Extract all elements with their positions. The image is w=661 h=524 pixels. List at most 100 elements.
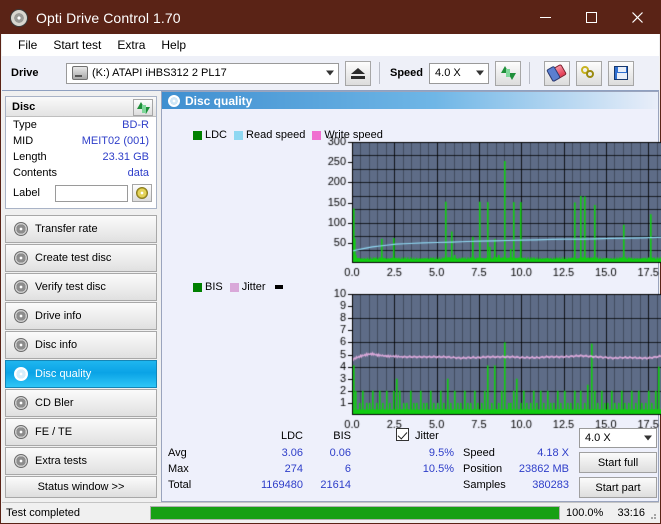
nav-item-label: Disc quality bbox=[35, 368, 92, 380]
disc-label-key: Label bbox=[13, 187, 40, 199]
menu-item-start-test[interactable]: Start test bbox=[45, 36, 109, 54]
nav-item-label: CD Bler bbox=[35, 397, 74, 409]
disc-icon bbox=[14, 251, 28, 265]
drive-icon bbox=[72, 66, 88, 80]
speed-select-value: 4.0 X bbox=[435, 67, 461, 79]
chevron-down-icon bbox=[644, 435, 652, 441]
disc-value: BD-R bbox=[122, 119, 149, 131]
samples-stat-value: 380283 bbox=[532, 479, 569, 491]
progress-bar bbox=[150, 505, 560, 520]
nav-item-disc-info[interactable]: Disc info bbox=[5, 331, 157, 359]
disc-key: Type bbox=[13, 119, 37, 131]
nav-item-fe-te[interactable]: FE / TE bbox=[5, 418, 157, 446]
nav-item-label: Disc info bbox=[35, 339, 78, 351]
disc-info-panel: Disc Type BD-R MID MEIT02 (001) Length 2… bbox=[5, 96, 157, 209]
nav-item-transfer-rate[interactable]: Transfer rate bbox=[5, 215, 157, 243]
disc-quality-panel: Disc quality LDC Read speed Write speed bbox=[161, 91, 661, 502]
maximize-button[interactable] bbox=[568, 1, 614, 34]
stats-max-bis: 6 bbox=[344, 463, 351, 475]
disc-label-input[interactable] bbox=[55, 184, 128, 202]
close-button[interactable] bbox=[614, 1, 660, 34]
test-nav-list: Transfer rate Create test disc Verify te… bbox=[5, 215, 157, 476]
title-bar: Opti Drive Control 1.70 bbox=[1, 1, 660, 34]
application-window: Opti Drive Control 1.70 File Start test … bbox=[0, 0, 661, 524]
disc-icon bbox=[14, 222, 28, 236]
stats-avg-bis: 0.06 bbox=[329, 447, 351, 459]
toolbar: Drive (K:) ATAPI iHBS312 2 PL17 Speed 4.… bbox=[2, 56, 659, 91]
nav-item-verify-test-disc[interactable]: Verify test disc bbox=[5, 273, 157, 301]
nav-item-create-test-disc[interactable]: Create test disc bbox=[5, 244, 157, 272]
jitter-label: Jitter bbox=[415, 430, 439, 442]
nav-item-disc-quality[interactable]: Disc quality bbox=[5, 360, 157, 388]
disc-panel-header: Disc bbox=[6, 97, 156, 117]
stats-avg-ldc: 3.06 bbox=[281, 447, 303, 459]
stats-max-ldc: 274 bbox=[284, 463, 303, 475]
toolbar-separator-1 bbox=[379, 62, 380, 84]
disc-value: data bbox=[127, 167, 149, 179]
disc-row-contents: Contents data bbox=[6, 165, 156, 181]
drive-select[interactable]: (K:) ATAPI iHBS312 2 PL17 bbox=[66, 62, 339, 84]
disc-key: Contents bbox=[13, 167, 58, 179]
jitter-avg-value: 9.5% bbox=[428, 447, 454, 459]
stats-col-bis: BIS bbox=[333, 430, 351, 442]
chevron-down-icon bbox=[326, 70, 334, 76]
minimize-button[interactable] bbox=[522, 1, 568, 34]
disc-icon bbox=[14, 454, 28, 468]
nav-item-extra-tests[interactable]: Extra tests bbox=[5, 447, 157, 475]
disc-value: 23.31 GB bbox=[102, 151, 149, 163]
menu-item-file[interactable]: File bbox=[10, 36, 45, 54]
refresh-icon bbox=[136, 101, 150, 114]
start-full-label: Start full bbox=[597, 456, 639, 469]
disc-icon bbox=[14, 396, 28, 410]
eject-icon bbox=[351, 67, 365, 79]
chevron-down-icon bbox=[476, 70, 485, 76]
nav-item-label: Drive info bbox=[35, 310, 82, 322]
floppy-save-icon bbox=[614, 66, 629, 80]
disc-label-button[interactable] bbox=[132, 184, 152, 202]
erase-button[interactable] bbox=[544, 60, 571, 86]
disc-icon bbox=[14, 425, 28, 439]
stats-col-ldc: LDC bbox=[280, 430, 303, 442]
link-button[interactable] bbox=[576, 60, 603, 86]
disc-row-mid: MID MEIT02 (001) bbox=[6, 133, 156, 149]
status-window-button[interactable]: Status window >> bbox=[5, 476, 157, 498]
stats-row-avg-label: Avg bbox=[168, 447, 187, 459]
disc-icon bbox=[14, 338, 28, 352]
stats-total-bis: 21614 bbox=[320, 479, 351, 491]
nav-item-label: Extra tests bbox=[35, 455, 87, 467]
speed-select[interactable]: 4.0 X bbox=[429, 62, 490, 84]
status-text: Test completed bbox=[6, 506, 80, 519]
window-title: Opti Drive Control 1.70 bbox=[36, 9, 181, 26]
nav-item-label: FE / TE bbox=[35, 426, 73, 438]
start-full-button[interactable]: Start full bbox=[579, 452, 657, 473]
disc-refresh-button[interactable] bbox=[133, 99, 153, 116]
ldc-chart-canvas bbox=[162, 126, 661, 301]
speed-stat-label: Speed bbox=[463, 447, 495, 459]
test-speed-select[interactable]: 4.0 X bbox=[579, 428, 657, 448]
menu-bar: File Start test Extra Help bbox=[2, 34, 659, 56]
eraser-icon bbox=[547, 63, 567, 83]
progress-percent: 100.0% bbox=[566, 506, 604, 519]
resize-grip[interactable] bbox=[647, 510, 657, 520]
nav-item-cd-bler[interactable]: CD Bler bbox=[5, 389, 157, 417]
left-sidebar: Disc Type BD-R MID MEIT02 (001) Length 2… bbox=[2, 91, 160, 502]
app-disc-icon bbox=[10, 8, 28, 27]
disc-quality-title: Disc quality bbox=[185, 93, 253, 108]
eject-button[interactable] bbox=[345, 60, 371, 86]
disc-value: MEIT02 (001) bbox=[81, 135, 149, 147]
nav-item-drive-info[interactable]: Drive info bbox=[5, 302, 157, 330]
menu-item-help[interactable]: Help bbox=[153, 36, 194, 54]
disc-panel-title: Disc bbox=[12, 100, 36, 113]
start-part-button[interactable]: Start part bbox=[579, 477, 657, 498]
drive-select-value: (K:) ATAPI iHBS312 2 PL17 bbox=[92, 67, 227, 79]
refresh-button[interactable] bbox=[495, 60, 522, 86]
menu-item-extra[interactable]: Extra bbox=[109, 36, 153, 54]
disc-icon bbox=[168, 94, 180, 107]
save-button[interactable] bbox=[608, 60, 635, 86]
status-window-label: Status window >> bbox=[37, 481, 125, 493]
stats-row-max-label: Max bbox=[168, 463, 189, 475]
stats-row-total-label: Total bbox=[168, 479, 192, 491]
position-stat-value: 23862 MB bbox=[518, 463, 569, 475]
disc-icon bbox=[136, 187, 148, 199]
jitter-checkbox[interactable] bbox=[396, 428, 409, 441]
